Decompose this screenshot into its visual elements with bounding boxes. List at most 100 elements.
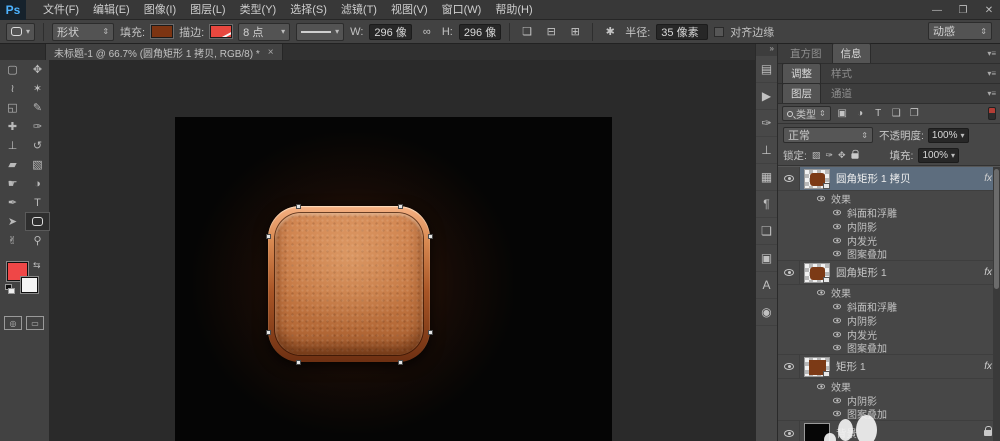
quick-mask-button[interactable]: ◎ — [4, 316, 22, 330]
restore-button[interactable]: ❐ — [956, 5, 970, 16]
eye-icon[interactable] — [833, 223, 841, 229]
effect-bevel-emboss[interactable]: 斜面和浮雕 — [778, 299, 1000, 313]
tab-styles[interactable]: 样式 — [823, 64, 860, 83]
filter-adjustment-layers-icon[interactable]: ◑ — [854, 108, 867, 119]
path-operations-button[interactable]: ❏ — [518, 23, 536, 41]
effect-bevel-emboss[interactable]: 斜面和浮雕 — [778, 205, 1000, 219]
anchor-handle[interactable] — [266, 234, 271, 239]
tab-info[interactable]: 信息 — [832, 43, 871, 63]
layer-name[interactable]: 圆角矩形 1 拷贝 — [836, 171, 911, 186]
align-edges-checkbox[interactable] — [714, 27, 724, 37]
expand-panels-icon[interactable]: » — [756, 44, 777, 56]
tool-preset-picker[interactable]: ▾ — [6, 23, 35, 41]
tab-histogram[interactable]: 直方图 — [782, 44, 830, 63]
layer-row-background[interactable]: 背景 — [778, 421, 1000, 441]
healing-brush-tool[interactable]: ✚ — [0, 117, 25, 136]
visibility-toggle[interactable] — [778, 421, 800, 441]
eye-icon[interactable] — [817, 383, 825, 389]
actions-panel-icon[interactable]: ▶ — [756, 83, 777, 110]
gear-icon[interactable]: ✱ — [601, 23, 619, 41]
stroke-width-select[interactable]: 8 点 ▾ — [238, 23, 290, 41]
eye-icon[interactable] — [833, 331, 841, 337]
clone-source-panel-icon[interactable]: ⊥ — [756, 137, 777, 164]
menu-filter[interactable]: 滤镜(T) — [334, 0, 384, 20]
effect-pattern-overlay[interactable]: 图案叠加 — [778, 247, 1000, 261]
eye-icon[interactable] — [833, 237, 841, 243]
opacity-input[interactable]: 100% ▾ — [928, 128, 969, 143]
panel-menu-icon[interactable]: ▾≡ — [987, 49, 996, 58]
filter-type-layers-icon[interactable]: T — [872, 108, 885, 119]
zoom-tool[interactable]: ⚲ — [25, 231, 50, 250]
eye-icon[interactable] — [833, 251, 841, 257]
effect-pattern-overlay[interactable]: 图案叠加 — [778, 407, 1000, 421]
default-colors-icon[interactable] — [5, 284, 15, 294]
menu-view[interactable]: 视图(V) — [384, 0, 435, 20]
filter-shape-layers-icon[interactable]: ❑ — [890, 108, 903, 119]
layer-thumbnail[interactable] — [804, 169, 830, 189]
layer-row-rounded-rect-copy[interactable]: 圆角矩形 1 拷贝 fx — [778, 167, 1000, 191]
anchor-handle[interactable] — [296, 360, 301, 365]
visibility-toggle[interactable] — [778, 261, 800, 284]
tab-channels[interactable]: 通道 — [823, 84, 860, 103]
history-panel-icon[interactable]: ▤ — [756, 56, 777, 83]
lasso-tool[interactable]: ≀ — [0, 79, 25, 98]
layer-thumbnail[interactable] — [804, 263, 830, 283]
eye-icon[interactable] — [833, 345, 841, 351]
width-input[interactable]: 296 像 — [369, 24, 411, 40]
eye-icon[interactable] — [817, 289, 825, 295]
effect-inner-glow[interactable]: 内发光 — [778, 233, 1000, 247]
menu-select[interactable]: 选择(S) — [283, 0, 334, 20]
eye-icon[interactable] — [833, 411, 841, 417]
blend-mode-select[interactable]: 正常 ⇕ — [783, 127, 873, 143]
panel-menu-icon[interactable]: ▾≡ — [987, 89, 996, 98]
pen-tool[interactable]: ✒ — [0, 193, 25, 212]
magic-wand-tool[interactable]: ✶ — [25, 79, 50, 98]
paragraph-panel-icon[interactable]: ¶ — [756, 191, 777, 218]
canvas[interactable] — [175, 117, 612, 441]
layer-row-rounded-rect[interactable]: 圆角矩形 1 fx — [778, 261, 1000, 285]
visibility-toggle[interactable] — [778, 167, 800, 190]
clone-stamp-tool[interactable]: ⊥ — [0, 136, 25, 155]
tab-adjustments[interactable]: 调整 — [782, 63, 821, 83]
panel-menu-icon[interactable]: ▾≡ — [987, 69, 996, 78]
document-tab[interactable]: 未标题-1 @ 66.7% (圆角矩形 1 拷贝, RGB/8) * × — [45, 44, 283, 60]
effect-inner-shadow[interactable]: 内阴影 — [778, 219, 1000, 233]
path-arrange-button[interactable]: ⊞ — [566, 23, 584, 41]
character-panel-icon[interactable]: A — [756, 272, 777, 299]
menu-window[interactable]: 窗口(W) — [435, 0, 489, 20]
path-alignment-button[interactable]: ⊟ — [542, 23, 560, 41]
type-tool[interactable]: T — [25, 193, 50, 212]
layers-scrollbar[interactable] — [993, 167, 1000, 441]
tab-layers[interactable]: 图层 — [782, 83, 821, 103]
filter-smart-objects-icon[interactable]: ❐ — [908, 108, 921, 119]
menu-help[interactable]: 帮助(H) — [488, 0, 539, 20]
eye-icon[interactable] — [833, 303, 841, 309]
anchor-handle[interactable] — [428, 234, 433, 239]
stroke-swatch[interactable] — [210, 25, 232, 38]
eye-icon[interactable] — [833, 317, 841, 323]
layer-comps-panel-icon[interactable]: ❏ — [756, 218, 777, 245]
eye-icon[interactable] — [833, 209, 841, 215]
lock-paint-icon[interactable]: ✑ — [825, 150, 833, 161]
crop-tool[interactable]: ◱ — [0, 98, 25, 117]
gradient-tool[interactable]: ▧ — [25, 155, 50, 174]
menu-layer[interactable]: 图层(L) — [183, 0, 232, 20]
menu-edit[interactable]: 编辑(E) — [86, 0, 137, 20]
lock-transparent-icon[interactable]: ▨ — [812, 150, 821, 161]
move-tool[interactable]: ✥ — [25, 60, 50, 79]
effects-header[interactable]: 效果 — [778, 285, 1000, 299]
effect-inner-shadow[interactable]: 内阴影 — [778, 313, 1000, 327]
anchor-handle[interactable] — [296, 204, 301, 209]
filter-toggle-switch[interactable] — [988, 107, 996, 120]
anchor-handle[interactable] — [398, 360, 403, 365]
menu-file[interactable]: 文件(F) — [36, 0, 86, 20]
history-brush-tool[interactable]: ↺ — [25, 136, 50, 155]
fill-input[interactable]: 100% ▾ — [918, 148, 959, 163]
lock-move-icon[interactable]: ✥ — [838, 150, 846, 161]
dodge-tool[interactable]: ◑ — [25, 174, 50, 193]
filter-pixel-layers-icon[interactable]: ▣ — [836, 108, 849, 119]
brush-tool[interactable]: ✑ — [25, 117, 50, 136]
fill-swatch[interactable] — [151, 25, 173, 38]
effects-header[interactable]: 效果 — [778, 379, 1000, 393]
swap-colors-icon[interactable]: ⇆ — [33, 260, 41, 271]
